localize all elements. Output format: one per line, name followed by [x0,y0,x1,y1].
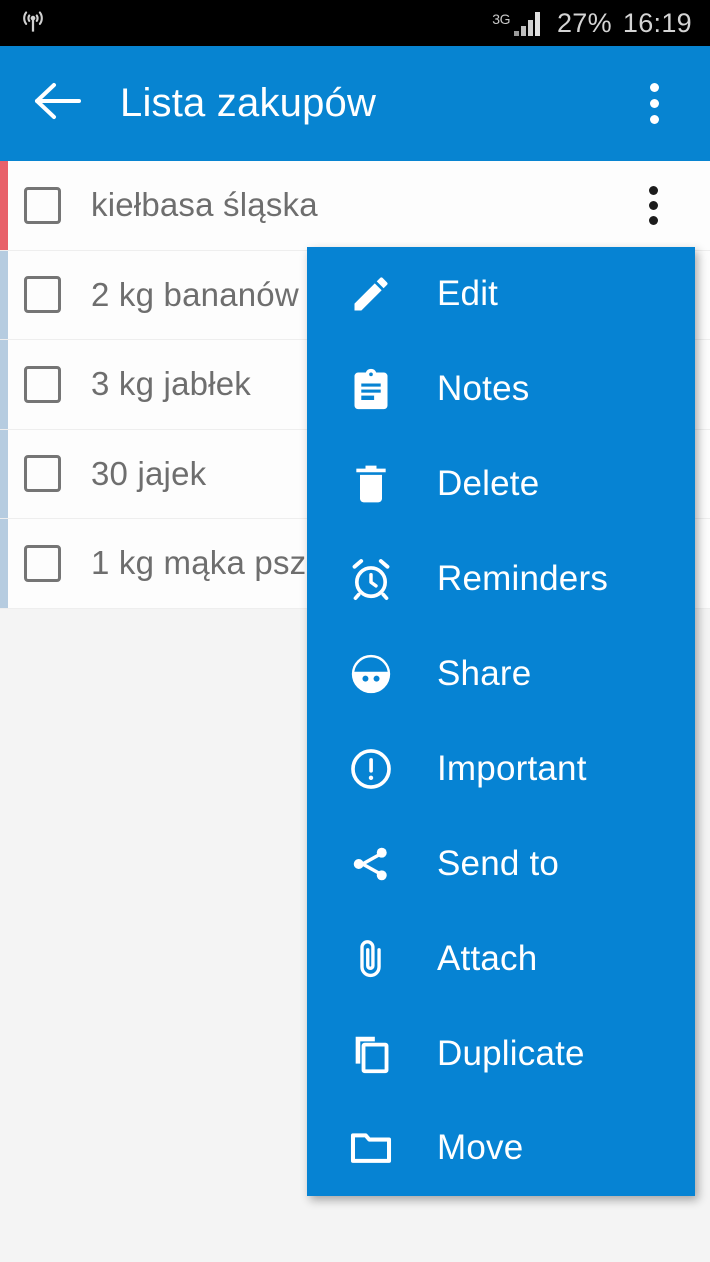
priority-stripe [0,250,8,339]
item-checkbox[interactable] [24,544,61,582]
menu-item-label: Edit [437,274,499,314]
list-item-label: kiełbasa śląska [91,186,318,224]
signal-bars-icon: 3G [492,8,546,38]
dot [648,215,658,225]
broadcast-tower-icon [18,6,48,41]
item-checkbox[interactable] [24,455,61,493]
priority-stripe [0,161,8,250]
item-checkbox[interactable] [24,186,61,224]
priority-stripe [0,340,8,429]
menu-item-duplicate[interactable]: Duplicate [307,1006,695,1101]
clipboard-icon [339,367,403,411]
item-context-menu: Edit Notes Delete Reminders Share Import… [307,247,695,1196]
app-bar: Lista zakupów [0,46,710,161]
status-bar-right: 3G 27% 16:19 [492,8,692,38]
clock-label: 16:19 [622,7,692,38]
phone-screen: 3G 27% 16:19 Lista zakupów kiełbasa śląs… [0,0,710,1262]
menu-item-attach[interactable]: Attach [307,911,695,1006]
menu-item-label: Send to [437,843,560,883]
menu-item-move[interactable]: Move [307,1101,695,1196]
menu-item-delete[interactable]: Delete [307,437,695,532]
battery-percent-label: 27% [556,7,612,38]
list-item-label: 2 kg bananów [91,275,299,313]
back-arrow-icon [33,80,83,127]
status-bar-left [18,6,48,41]
pencil-icon [339,272,403,316]
back-button[interactable] [26,72,90,136]
list-item-label: 30 jajek [91,454,207,492]
menu-item-label: Important [437,748,587,788]
page-title: Lista zakupów [120,81,377,125]
item-checkbox[interactable] [24,365,61,403]
list-item[interactable]: kiełbasa śląska [0,161,710,251]
trash-icon [339,462,403,506]
menu-item-label: Reminders [437,559,609,599]
copy-icon [339,1031,403,1077]
priority-stripe [0,519,8,608]
menu-item-label: Duplicate [437,1033,585,1073]
list-item-overflow-menu-icon[interactable] [638,181,668,229]
menu-item-label: Move [437,1128,524,1168]
list-item-label: 3 kg jabłek [91,365,251,403]
appbar-overflow-menu-icon[interactable] [632,74,676,134]
item-checkbox[interactable] [24,276,61,314]
menu-item-label: Attach [437,938,538,978]
dot [648,185,658,195]
menu-item-label: Notes [437,369,530,409]
status-bar: 3G 27% 16:19 [0,0,710,46]
network-type-label: 3G [492,11,510,27]
menu-item-important[interactable]: Important [307,721,695,816]
menu-item-label: Delete [437,464,540,504]
priority-stripe [0,429,8,518]
face-circle-icon [339,651,403,697]
menu-item-edit[interactable]: Edit [307,247,695,342]
dot [649,99,659,108]
menu-item-share[interactable]: Share [307,627,695,722]
dot [649,83,659,92]
exclamation-circle-icon [339,746,403,792]
paperclip-icon [339,936,403,982]
menu-item-send-to[interactable]: Send to [307,816,695,911]
dot [649,115,659,124]
menu-item-notes[interactable]: Notes [307,342,695,437]
menu-item-label: Share [437,654,532,693]
alarm-clock-icon [339,556,403,602]
dot [648,200,658,210]
share-nodes-icon [339,841,403,887]
menu-item-reminders[interactable]: Reminders [307,532,695,627]
folder-icon [339,1125,403,1171]
